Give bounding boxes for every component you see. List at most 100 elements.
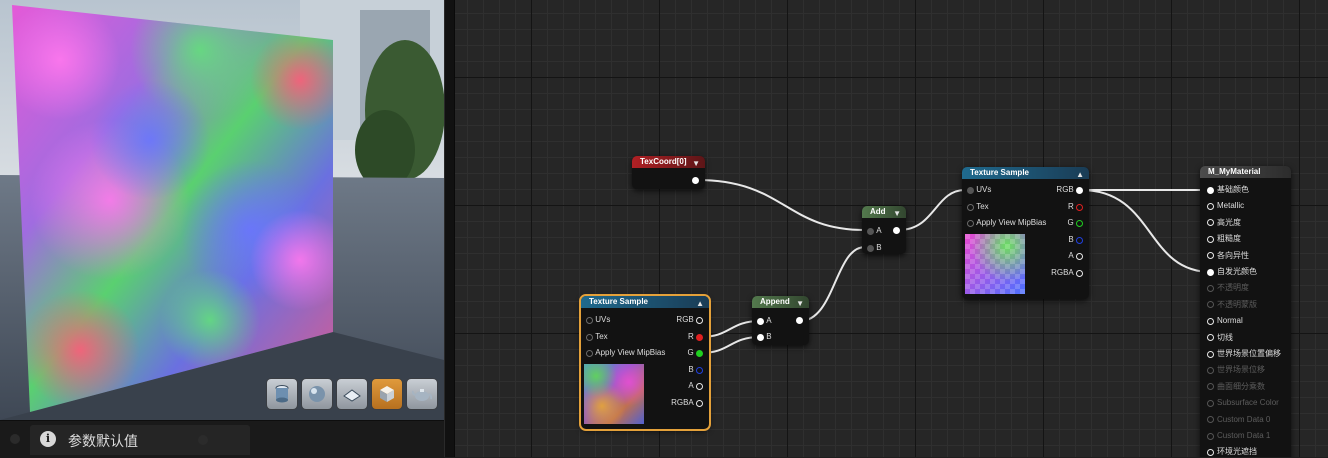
material-input-pin-row[interactable]: Normal xyxy=(1207,315,1243,327)
material-input-pin-row[interactable]: 不透明度 xyxy=(1207,282,1249,294)
material-input-pin-row[interactable]: Metallic xyxy=(1207,200,1244,212)
output-pin-r[interactable] xyxy=(696,333,703,341)
output-pin-rgba[interactable] xyxy=(1076,269,1083,277)
input-pin-mipbias[interactable] xyxy=(586,349,593,357)
input-pin[interactable] xyxy=(1207,334,1214,342)
node-texture-sample-top[interactable]: Texture Sample ▲ UVs Tex Apply View MipBi… xyxy=(962,167,1089,299)
pin-label: B xyxy=(688,365,694,374)
input-pin[interactable] xyxy=(1207,350,1214,358)
pin-label: Normal xyxy=(1217,316,1243,326)
node-header: Append ▼ xyxy=(752,296,809,308)
material-input-pin-row[interactable]: 曲面细分乘数 xyxy=(1207,381,1265,393)
pin-label: R xyxy=(1067,202,1074,211)
input-pin[interactable] xyxy=(1207,399,1214,407)
output-pin-rgb[interactable] xyxy=(696,316,703,324)
input-pin-mipbias[interactable] xyxy=(967,219,974,227)
input-pin-a[interactable] xyxy=(757,317,764,325)
material-input-pin-row[interactable]: 自发光颜色 xyxy=(1207,266,1257,278)
input-pin[interactable] xyxy=(1207,448,1214,456)
input-pin[interactable] xyxy=(1207,219,1214,227)
output-pin-g[interactable] xyxy=(696,349,703,357)
material-input-pin-row[interactable]: 粗糙度 xyxy=(1207,233,1241,245)
material-input-pin-row[interactable]: Custom Data 1 xyxy=(1207,430,1270,442)
teapot-icon xyxy=(412,389,432,401)
material-graph-canvas[interactable]: TexCoord[0] ▼ Add ▼ A B Append ▼ A B Textur… xyxy=(455,0,1328,457)
input-pin[interactable] xyxy=(1207,235,1214,243)
pin-label: Tex xyxy=(976,202,989,211)
plane-preview-button[interactable] xyxy=(336,378,368,410)
output-pin[interactable] xyxy=(692,177,699,185)
input-pin-b[interactable] xyxy=(867,244,874,252)
output-pin-g[interactable] xyxy=(1076,219,1083,227)
material-input-pin-row[interactable]: 基础颜色 xyxy=(1207,184,1249,196)
material-input-pin-row[interactable]: 高光度 xyxy=(1207,217,1241,229)
input-pin-tex[interactable] xyxy=(586,333,593,341)
collapse-arrow-icon[interactable]: ▼ xyxy=(796,298,804,310)
pin-label: Custom Data 0 xyxy=(1217,414,1271,424)
input-pin[interactable] xyxy=(1207,301,1214,309)
collapse-arrow-icon[interactable]: ▲ xyxy=(1076,169,1084,181)
node-title: Add xyxy=(870,207,886,216)
input-pin-a[interactable] xyxy=(867,227,874,235)
node-add[interactable]: Add ▼ A B xyxy=(862,206,906,254)
material-input-pin-row[interactable]: Custom Data 0 xyxy=(1207,414,1270,426)
output-pin-rgba[interactable] xyxy=(696,399,703,407)
pin-label: Metallic xyxy=(1217,201,1245,211)
material-input-pin-row[interactable]: Subsurface Color xyxy=(1207,397,1279,409)
tab-close-dot[interactable] xyxy=(198,435,208,445)
input-pin[interactable] xyxy=(1207,186,1214,194)
input-pin[interactable] xyxy=(1207,383,1214,391)
input-pin[interactable] xyxy=(1207,284,1214,292)
node-material-output[interactable]: M_MyMaterial 基础颜色 Metallic 高光度 粗糙度 各向异性 自发光颜色… xyxy=(1200,166,1291,457)
input-pin-b[interactable] xyxy=(757,333,764,341)
material-input-pin-row[interactable]: 切线 xyxy=(1207,332,1233,344)
node-title: TexCoord[0] xyxy=(640,157,687,166)
material-input-pin-row[interactable]: 各向异性 xyxy=(1207,250,1249,262)
cylinder-preview-button[interactable] xyxy=(266,378,298,410)
pin-label: RGBA xyxy=(671,398,694,407)
output-pin-r[interactable] xyxy=(1076,203,1083,211)
input-pin[interactable] xyxy=(1207,268,1214,276)
panel-splitter[interactable] xyxy=(444,0,455,457)
input-pin[interactable] xyxy=(1207,252,1214,260)
input-pin[interactable] xyxy=(1207,416,1214,424)
tab-parameter-defaults[interactable]: i 参数默认值 xyxy=(30,425,250,455)
collapse-arrow-icon[interactable]: ▼ xyxy=(692,158,700,170)
wire-add-to-texsample xyxy=(898,189,966,231)
node-texture-sample-bottom[interactable]: Texture Sample ▲ UVs Tex Apply View MipBi… xyxy=(579,294,711,431)
collapse-arrow-icon[interactable]: ▲ xyxy=(696,298,704,310)
output-pin-a[interactable] xyxy=(1076,252,1083,260)
input-pin-uvs[interactable] xyxy=(967,186,974,194)
texture-preview-thumbnail xyxy=(965,234,1025,294)
input-pin[interactable] xyxy=(1207,202,1214,210)
material-input-pin-row[interactable]: 环境光遮挡 xyxy=(1207,446,1257,457)
pin-label: RGBA xyxy=(1051,268,1074,277)
pin-label: 高光度 xyxy=(1217,217,1241,227)
collapse-arrow-icon[interactable]: ▼ xyxy=(893,208,901,220)
input-pin-uvs[interactable] xyxy=(586,316,593,324)
preview-scene xyxy=(0,0,444,420)
node-texcoord[interactable]: TexCoord[0] ▼ xyxy=(632,156,705,189)
teapot-preview-button[interactable] xyxy=(406,378,438,410)
output-pin[interactable] xyxy=(796,317,803,325)
sphere-preview-button[interactable] xyxy=(301,378,333,410)
input-pin[interactable] xyxy=(1207,317,1214,325)
material-preview-viewport[interactable] xyxy=(0,0,444,420)
output-pin-b[interactable] xyxy=(696,366,703,374)
output-pin-a[interactable] xyxy=(696,382,703,390)
output-pin[interactable] xyxy=(893,227,900,235)
material-input-pin-row[interactable]: 不透明蒙版 xyxy=(1207,299,1257,311)
input-pin[interactable] xyxy=(1207,432,1214,440)
input-pin-tex[interactable] xyxy=(967,203,974,211)
node-append[interactable]: Append ▼ A B xyxy=(752,296,809,345)
material-input-pin-row[interactable]: 世界场景位移 xyxy=(1207,364,1265,376)
output-pin-rgb[interactable] xyxy=(1076,186,1083,194)
output-pin-b[interactable] xyxy=(1076,236,1083,244)
pin-label: UVs xyxy=(595,315,611,324)
pin-label: 自发光颜色 xyxy=(1217,267,1257,276)
pin-label: Tex xyxy=(595,332,608,341)
input-pin[interactable] xyxy=(1207,366,1214,374)
pin-label: A xyxy=(688,381,694,390)
material-input-pin-row[interactable]: 世界场景位置偏移 xyxy=(1207,348,1281,360)
cube-preview-button[interactable] xyxy=(371,378,403,410)
